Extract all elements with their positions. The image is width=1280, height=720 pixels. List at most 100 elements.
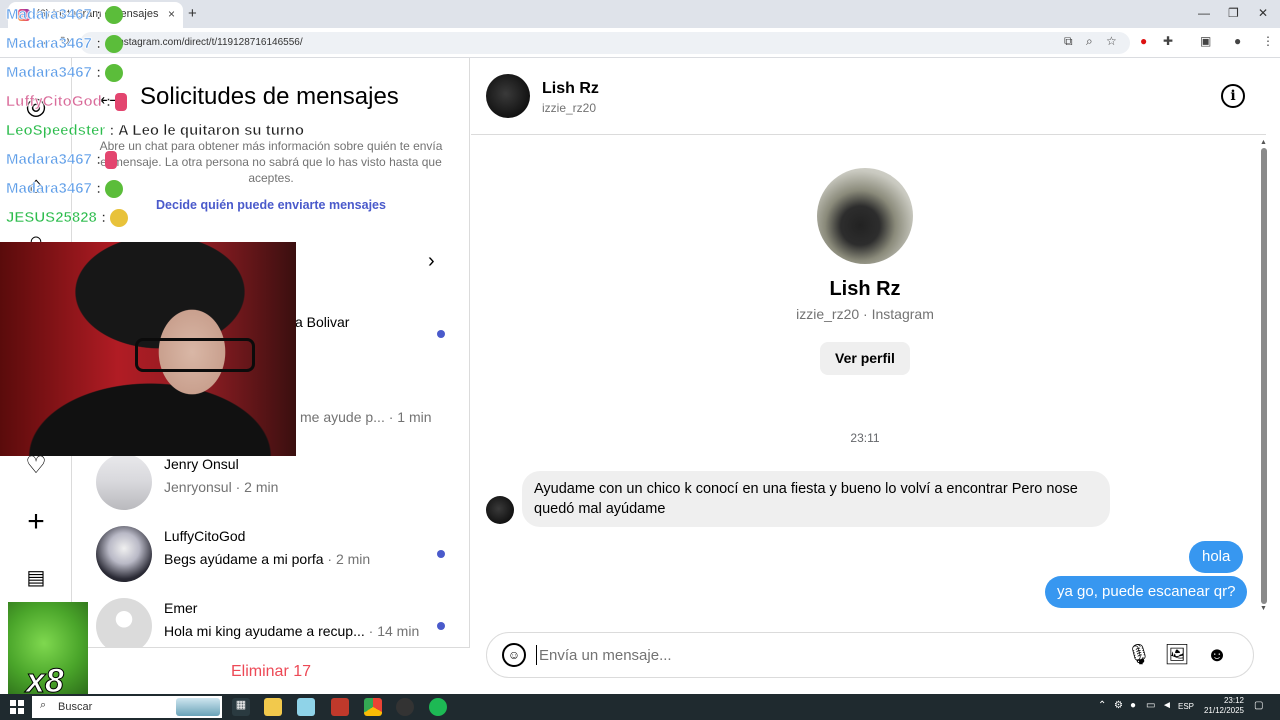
- tray-mic-icon[interactable]: ●: [1130, 700, 1136, 711]
- scroll-up-icon[interactable]: ▲: [1260, 139, 1267, 146]
- tray-time: 23:12: [1223, 696, 1244, 705]
- close-window-button[interactable]: ✕: [1258, 6, 1268, 20]
- overlay-chat-line: LeoSpeedster : A Leo le quitaron su turn…: [6, 122, 305, 140]
- overlay-emote-icon: [110, 209, 129, 228]
- overlay-chat-line: Madara3467 :: [6, 35, 124, 54]
- overlay-chat-user: Madara3467: [6, 6, 93, 24]
- overlay-chat-user: Madara3467: [6, 64, 93, 82]
- webcam-overlay: [0, 242, 296, 456]
- tray-clock[interactable]: 23:12 21/12/2025: [1200, 696, 1244, 716]
- avatar: [486, 496, 514, 524]
- stream-chat-overlay: Madara3467 : Madara3467 : Madara3467 : Luff…: [0, 6, 320, 242]
- info-icon[interactable]: i: [1221, 84, 1245, 108]
- profile-name: Lish Rz: [829, 278, 901, 300]
- request-preview: Hola mi king ayudame a recup... · 14 min: [164, 623, 420, 639]
- tray-date: 21/12/2025: [1203, 706, 1244, 715]
- zoom-icon[interactable]: ⌕: [1086, 34, 1093, 49]
- task-view-icon[interactable]: ▦: [232, 698, 250, 716]
- microphone-icon[interactable]: 🎙: [1126, 642, 1152, 668]
- overlay-chat-line: Madara3467 :: [6, 151, 118, 170]
- chat-contact-name[interactable]: Lish Rz: [542, 80, 599, 98]
- image-upload-icon[interactable]: 🖼: [1164, 642, 1190, 668]
- overlay-chat-message: :: [91, 180, 102, 198]
- chat-contact-username: izzie_rz20: [542, 101, 597, 115]
- request-name: LuffyCitoGod: [164, 528, 246, 544]
- opera-extension-icon[interactable]: ●: [1140, 34, 1147, 48]
- view-profile-button[interactable]: Ver perfil: [820, 342, 910, 375]
- request-row[interactable]: Jenry Onsul Jenryonsul · 2 min: [88, 446, 460, 518]
- sticker-icon[interactable]: ☻: [1204, 642, 1230, 668]
- obs-app-icon[interactable]: [396, 698, 414, 716]
- search-icon: ⌕: [40, 699, 47, 711]
- overlay-chat-user: Madara3467: [6, 180, 93, 198]
- overlay-emote-icon: [105, 35, 124, 54]
- delete-all-button[interactable]: Eliminar 17: [72, 663, 470, 681]
- chrome-app-icon[interactable]: [364, 698, 382, 716]
- create-plus-icon[interactable]: +: [22, 507, 50, 537]
- overlay-chat-line: Madara3467 :: [6, 64, 124, 83]
- request-preview-partial[interactable]: me ayude p... · 1 min: [300, 409, 432, 425]
- overlay-emote-icon: [105, 64, 124, 83]
- overlay-emote-icon: [105, 180, 124, 199]
- request-preview: Jenryonsul · 2 min: [164, 479, 279, 495]
- unread-dot: [437, 622, 445, 630]
- overlay-emote-icon: [114, 93, 127, 112]
- tray-volume-icon[interactable]: ◄: [1162, 700, 1172, 711]
- tray-network-icon[interactable]: ▭: [1146, 700, 1155, 711]
- avatar: [96, 598, 152, 654]
- emoji-icon[interactable]: ☺: [502, 643, 526, 667]
- dashboard-icon[interactable]: ▤: [22, 564, 50, 592]
- notifications-icon[interactable]: ▢: [1254, 700, 1263, 711]
- overlay-chat-user: JESUS25828: [6, 209, 98, 227]
- overlay-chat-message: :: [101, 93, 112, 111]
- install-app-icon[interactable]: ⧉: [1064, 34, 1073, 49]
- extensions-icon[interactable]: ✚: [1163, 34, 1173, 48]
- tray-language[interactable]: ESP: [1178, 702, 1194, 711]
- recorder-app-icon[interactable]: [331, 698, 349, 716]
- overlay-emote-icon: [105, 151, 118, 170]
- overlay-chat-line: JESUS25828 :: [6, 209, 129, 228]
- overlay-chat-message: : A Leo le quitaron su turno: [105, 122, 305, 140]
- tray-chevron-up-icon[interactable]: ⌃: [1098, 700, 1106, 711]
- restore-button[interactable]: ❐: [1228, 6, 1239, 20]
- spotify-app-icon[interactable]: [429, 698, 447, 716]
- message-timestamp: 23:11: [850, 431, 880, 445]
- overlay-chat-user: Madara3467: [6, 151, 93, 169]
- media-icon[interactable]: ▣: [1200, 34, 1211, 48]
- message-input[interactable]: [536, 645, 1096, 665]
- overlay-chat-message: :: [91, 64, 102, 82]
- outgoing-message-bubble: ya go, puede escanear qr?: [1045, 576, 1248, 608]
- webcam-glasses: [135, 338, 255, 372]
- tray-app-icon[interactable]: ⚙: [1114, 700, 1123, 711]
- hidden-requests-chevron-icon[interactable]: ›: [428, 250, 435, 273]
- search-highlight-image: [176, 698, 220, 716]
- request-name-partial[interactable]: a Bolivar: [295, 314, 349, 330]
- overlay-chat-message: :: [91, 35, 102, 53]
- notepad-app-icon[interactable]: [297, 698, 315, 716]
- overlay-chat-message: :: [91, 151, 102, 169]
- bookmark-star-icon[interactable]: ☆: [1106, 34, 1117, 48]
- request-name: Emer: [164, 600, 198, 616]
- request-name: Jenry Onsul: [164, 456, 239, 472]
- windows-start-icon[interactable]: [10, 700, 24, 714]
- overlay-emote-icon: [105, 6, 124, 25]
- request-row[interactable]: LuffyCitoGod Begs ayúdame a mi porfa · 2…: [88, 518, 460, 590]
- overlay-chat-message: :: [91, 6, 102, 24]
- outgoing-message-bubble: hola: [1189, 541, 1244, 573]
- overlay-chat-user: LuffyCitoGod: [6, 93, 102, 111]
- unread-dot: [437, 330, 445, 338]
- avatar[interactable]: [486, 74, 530, 118]
- overlay-chat-line: Madara3467 :: [6, 180, 124, 199]
- menu-kebab-icon[interactable]: ⋮: [1262, 34, 1274, 48]
- taskbar-search-label: Buscar: [58, 701, 93, 713]
- file-explorer-icon[interactable]: [264, 698, 282, 716]
- scrollbar[interactable]: [1261, 148, 1267, 604]
- scroll-down-icon[interactable]: ▼: [1260, 605, 1267, 612]
- overlay-chat-line: LuffyCitoGod :: [6, 93, 127, 112]
- overlay-chat-user: Madara3467: [6, 35, 93, 53]
- incoming-message-bubble: Ayudame con un chico k conocí en una fie…: [522, 471, 1110, 527]
- profile-avatar-icon[interactable]: ●: [1234, 34, 1241, 48]
- minimize-button[interactable]: —: [1198, 6, 1210, 20]
- notifications-heart-icon[interactable]: ♡: [22, 452, 50, 480]
- overlay-chat-message: :: [96, 209, 107, 227]
